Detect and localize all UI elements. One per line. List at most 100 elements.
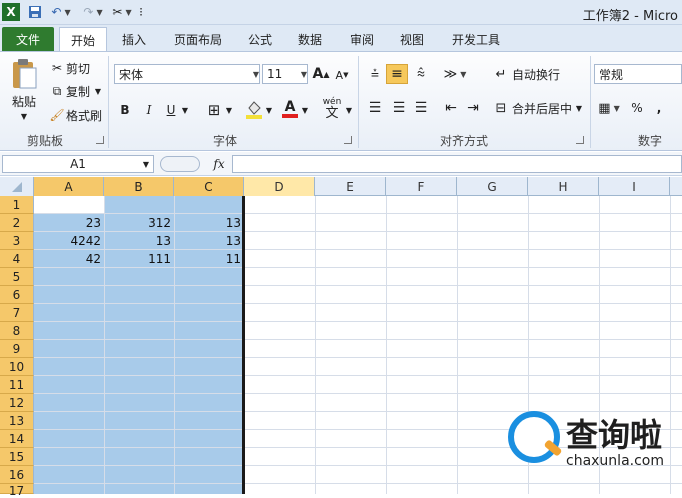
paste-button[interactable]: 粘贴 [6, 93, 42, 109]
column-header-f[interactable]: F [386, 177, 457, 196]
tab-data[interactable]: 数据 [290, 27, 330, 51]
currency-icon[interactable]: ▦ ▼ [596, 98, 622, 118]
name-box[interactable]: A1 ▼ [2, 155, 154, 173]
tab-review[interactable]: 审阅 [342, 27, 382, 51]
wrap-text-button[interactable]: 自动换行 [512, 65, 576, 83]
row-header-10[interactable]: 10 [0, 358, 34, 376]
column-header-b[interactable]: B [104, 177, 174, 196]
row-header-2[interactable]: 2 [0, 214, 34, 232]
cell-a3[interactable]: 4242 [34, 232, 104, 250]
alignment-launcher-icon[interactable] [576, 136, 584, 144]
undo-icon[interactable]: ↶ ▼ [48, 3, 74, 21]
phonetic-dropdown-icon[interactable]: ▼ [344, 100, 354, 120]
copy-dropdown-icon[interactable]: ▼ [93, 83, 103, 99]
font-size-combo[interactable]: 11 ▼ [262, 64, 308, 84]
merge-dropdown-icon[interactable]: ▼ [574, 99, 584, 117]
format-painter-button[interactable]: 格式刷 [66, 107, 106, 123]
row-header-3[interactable]: 3 [0, 232, 34, 250]
row-header-9[interactable]: 9 [0, 340, 34, 358]
cell-b3[interactable]: 13 [104, 232, 174, 250]
tab-file[interactable]: 文件 [2, 27, 54, 51]
column-header-c[interactable]: C [174, 177, 244, 196]
copy-button[interactable]: 复制 [66, 83, 96, 99]
font-color-dropdown-icon[interactable]: ▼ [300, 100, 310, 120]
merge-center-button[interactable]: 合并后居中 [512, 99, 578, 117]
cell-c2[interactable]: 13 [174, 214, 244, 232]
grow-font-button[interactable]: A ▲ [312, 64, 330, 84]
decrease-indent-icon[interactable]: ⇤ [440, 98, 462, 118]
underline-button[interactable]: U [162, 100, 180, 120]
underline-dropdown-icon[interactable]: ▼ [180, 100, 190, 120]
row-header-14[interactable]: 14 [0, 430, 34, 448]
cell-b4[interactable]: 111 [104, 250, 174, 268]
select-all-corner[interactable] [0, 177, 34, 196]
tab-developer[interactable]: 开发工具 [446, 27, 506, 51]
insert-function-button[interactable]: fx [208, 155, 230, 173]
active-cell-a1[interactable] [34, 196, 104, 214]
customize-icon[interactable]: ✂ ▼ [110, 3, 134, 21]
quick-access-menu-icon[interactable]: ⁝ [136, 3, 146, 21]
row-header-13[interactable]: 13 [0, 412, 34, 430]
row-header-15[interactable]: 15 [0, 448, 34, 466]
bold-button[interactable]: B [116, 100, 134, 120]
wrap-text-icon[interactable]: ↵ [492, 65, 510, 83]
number-format-combo[interactable]: 常规 [594, 64, 682, 84]
align-top-icon[interactable]: ⩮ [364, 64, 386, 84]
fill-color-dropdown-icon[interactable]: ▼ [264, 100, 274, 120]
paste-dropdown-icon[interactable]: ▼ [16, 111, 32, 121]
tab-home[interactable]: 开始 [59, 27, 107, 52]
row-header-17[interactable]: 17 [0, 484, 34, 498]
paste-icon[interactable] [10, 58, 38, 90]
formula-bar-splitter[interactable] [160, 156, 200, 172]
cell-a4[interactable]: 42 [34, 250, 104, 268]
clipboard-launcher-icon[interactable] [96, 136, 104, 144]
increase-indent-icon[interactable]: ⇥ [462, 98, 484, 118]
column-header-d[interactable]: D [244, 177, 315, 196]
font-name-combo[interactable]: 宋体 ▼ [114, 64, 260, 84]
align-right-icon[interactable]: ☰ [410, 98, 432, 118]
row-header-5[interactable]: 5 [0, 268, 34, 286]
cell-b2[interactable]: 312 [104, 214, 174, 232]
column-header-g[interactable]: G [457, 177, 528, 196]
row-header-6[interactable]: 6 [0, 286, 34, 304]
italic-button[interactable]: I [140, 100, 158, 120]
format-painter-icon[interactable]: 🖌 [48, 107, 66, 123]
borders-dropdown-icon[interactable]: ▼ [224, 100, 234, 120]
align-bottom-icon[interactable]: ⩯ [410, 64, 432, 84]
align-middle-icon[interactable]: ≡ [386, 64, 408, 84]
font-color-button[interactable]: A [280, 98, 300, 120]
row-header-8[interactable]: 8 [0, 322, 34, 340]
phonetic-button[interactable]: wén 文 [320, 98, 344, 121]
save-icon[interactable] [26, 3, 44, 21]
row-header-7[interactable]: 7 [0, 304, 34, 322]
row-header-12[interactable]: 12 [0, 394, 34, 412]
column-header-i[interactable]: I [599, 177, 670, 196]
merge-center-icon[interactable]: ⊟ [492, 99, 510, 117]
redo-icon[interactable]: ↷ ▼ [80, 3, 106, 21]
shrink-font-button[interactable]: A ▼ [334, 66, 350, 84]
tab-insert[interactable]: 插入 [114, 27, 154, 51]
percent-button[interactable]: % [628, 98, 646, 118]
row-header-1[interactable]: 1 [0, 196, 34, 214]
row-header-4[interactable]: 4 [0, 250, 34, 268]
cut-icon[interactable]: ✂ [48, 60, 66, 76]
tab-page-layout[interactable]: 页面布局 [166, 27, 230, 51]
column-header-a[interactable]: A [34, 177, 104, 196]
align-center-icon[interactable]: ☰ [388, 98, 410, 118]
row-header-16[interactable]: 16 [0, 466, 34, 484]
cell-c3[interactable]: 13 [174, 232, 244, 250]
font-launcher-icon[interactable] [344, 136, 352, 144]
column-header-e[interactable]: E [315, 177, 386, 196]
cut-button[interactable]: 剪切 [66, 60, 96, 76]
formula-input[interactable] [232, 155, 682, 173]
borders-icon[interactable]: ⊞ [204, 100, 224, 120]
fill-color-icon[interactable] [244, 98, 264, 120]
cell-c4[interactable]: 11 [174, 250, 244, 268]
column-header-h[interactable]: H [528, 177, 599, 196]
comma-button[interactable]: , [650, 98, 668, 118]
tab-formulas[interactable]: 公式 [240, 27, 280, 51]
align-left-icon[interactable]: ☰ [364, 98, 386, 118]
copy-icon[interactable]: ⧉ [48, 83, 66, 99]
tab-view[interactable]: 视图 [392, 27, 432, 51]
cell-a2[interactable]: 23 [34, 214, 104, 232]
